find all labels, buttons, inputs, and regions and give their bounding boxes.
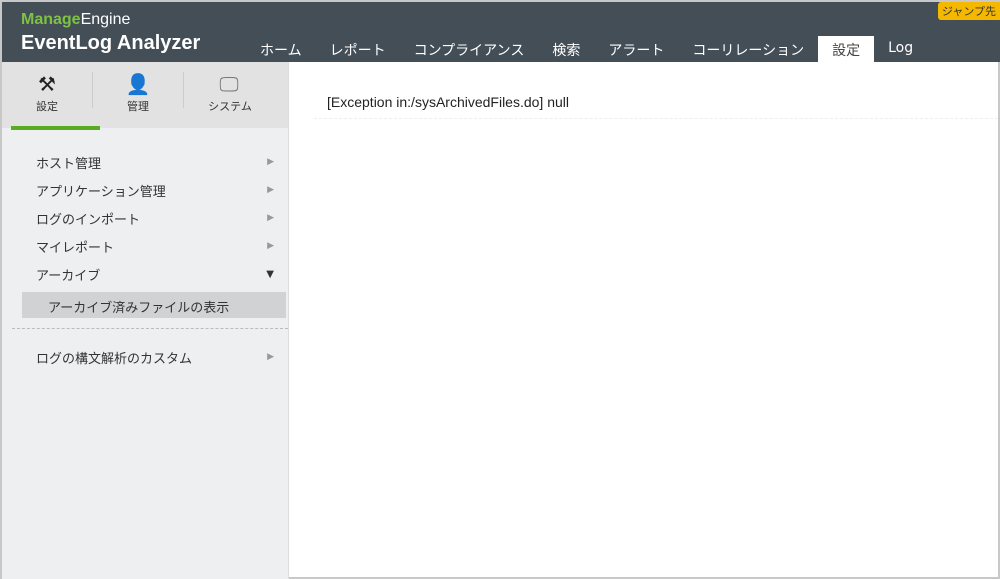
- menu-label: ホスト管理: [36, 156, 102, 172]
- header: ManageEngine EventLog Analyzer ジャンプ先 ホーム…: [2, 2, 1000, 62]
- sidebar: ⚒ 設定 👤 管理 🖵 システム ホスト管理 ▶ アプリケーション管理 ▶ ログのインポー…: [2, 62, 289, 579]
- menu-application-management[interactable]: アプリケーション管理 ▶: [2, 176, 288, 204]
- brand-manage: Manage: [21, 11, 81, 28]
- menu-view-archived-files[interactable]: アーカイブ済みファイルの表示: [22, 292, 286, 318]
- settings-menu: ホスト管理 ▶ アプリケーション管理 ▶ ログのインポート ▶ マイレポート ▶ アーカ…: [2, 128, 288, 371]
- menu-label: アーカイブ: [36, 268, 101, 284]
- nav-search[interactable]: 検索: [538, 36, 594, 62]
- chevron-right-icon: ▶: [267, 185, 274, 195]
- menu-log-parser-custom[interactable]: ログの構文解析のカスタム ▶: [2, 343, 288, 371]
- chevron-right-icon: ▶: [267, 213, 274, 223]
- tab-management[interactable]: 👤 管理: [93, 62, 183, 128]
- tab-settings[interactable]: ⚒ 設定: [2, 62, 100, 130]
- error-message: [Exception in:/sysArchivedFiles.do] null: [314, 94, 998, 119]
- top-nav: ホーム レポート コンプライアンス 検索 アラート コーリレーション 設定 Lo…: [246, 36, 927, 62]
- jump-to-button[interactable]: ジャンプ先: [937, 2, 1000, 20]
- menu-my-reports[interactable]: マイレポート ▶: [2, 232, 288, 260]
- nav-compliance[interactable]: コンプライアンス: [400, 36, 539, 62]
- nav-log[interactable]: Log: [874, 36, 927, 62]
- menu-host-management[interactable]: ホスト管理 ▶: [2, 148, 288, 176]
- nav-settings[interactable]: 設定: [818, 36, 875, 62]
- sidebar-tabs: ⚒ 設定 👤 管理 🖵 システム: [2, 62, 288, 130]
- menu-label: アプリケーション管理: [36, 184, 166, 200]
- menu-label: ログのインポート: [36, 212, 141, 228]
- caret-down-icon: ▼: [266, 268, 274, 280]
- chevron-right-icon: ▶: [267, 241, 274, 251]
- nav-home[interactable]: ホーム: [246, 36, 316, 62]
- chevron-right-icon: ▶: [267, 157, 274, 167]
- monitor-gear-icon: 🖵: [219, 72, 239, 96]
- brand-logo: ManageEngine: [21, 11, 130, 29]
- tab-label: システム: [208, 100, 252, 113]
- menu-label: ログの構文解析のカスタム: [36, 351, 193, 367]
- tab-label: 設定: [36, 100, 58, 113]
- menu-archive[interactable]: アーカイブ ▼: [2, 260, 288, 288]
- nav-alerts[interactable]: アラート: [594, 36, 678, 62]
- divider: [12, 328, 288, 329]
- tools-icon: ⚒: [38, 72, 56, 96]
- menu-label: マイレポート: [36, 240, 115, 256]
- main-content: [Exception in:/sysArchivedFiles.do] null: [314, 94, 998, 119]
- tab-label: 管理: [127, 100, 149, 113]
- tab-system[interactable]: 🖵 システム: [184, 62, 274, 128]
- user-gear-icon: 👤: [125, 72, 151, 96]
- brand-engine: Engine: [80, 11, 131, 28]
- nav-reports[interactable]: レポート: [316, 36, 400, 62]
- product-name: EventLog Analyzer: [21, 32, 201, 54]
- nav-correlation[interactable]: コーリレーション: [678, 36, 818, 62]
- menu-log-import[interactable]: ログのインポート ▶: [2, 204, 288, 232]
- chevron-right-icon: ▶: [267, 352, 274, 362]
